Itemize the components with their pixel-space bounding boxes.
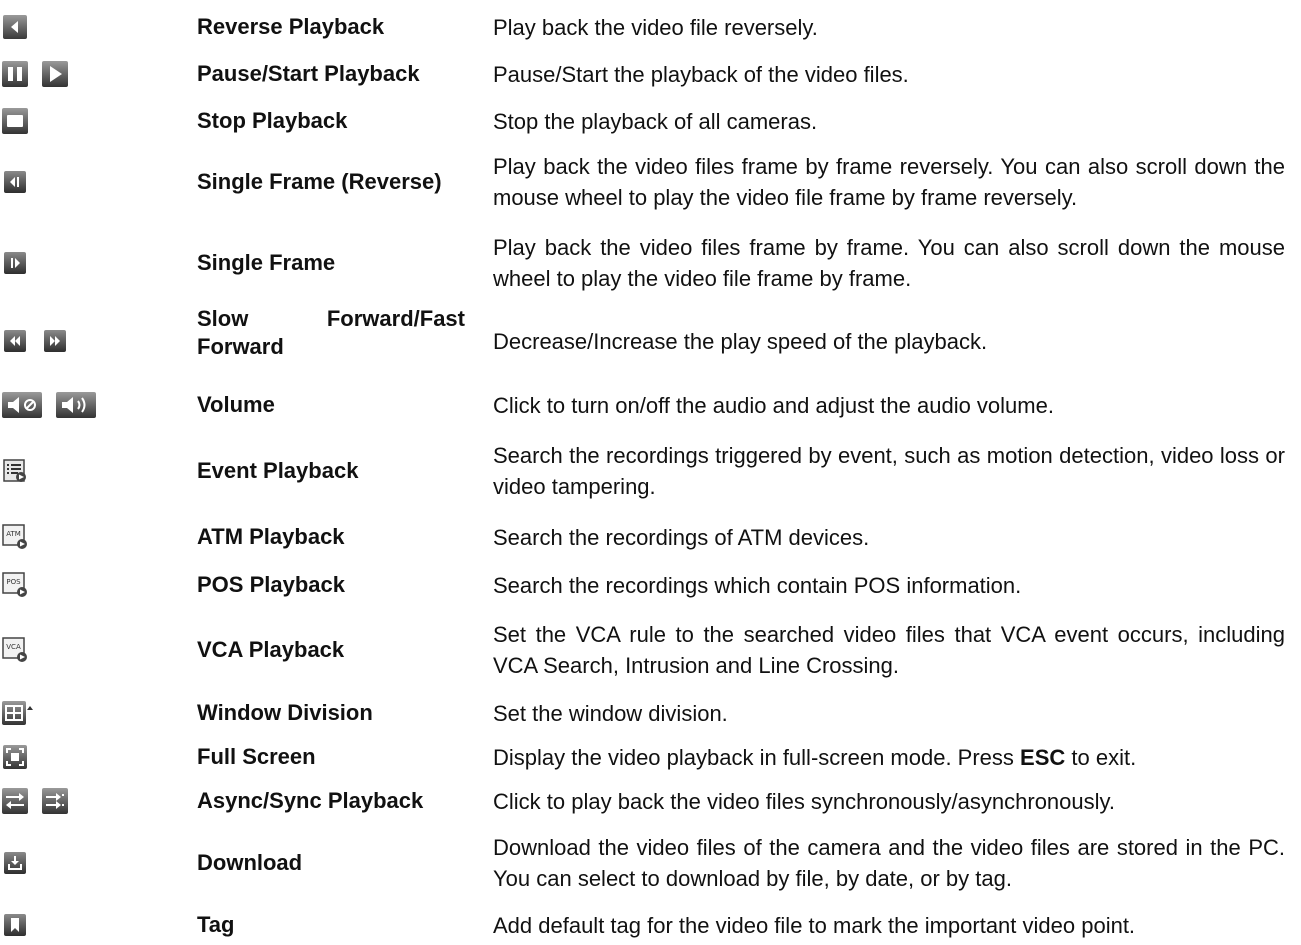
full-screen-icon[interactable] — [2, 744, 28, 770]
svg-text:VCA: VCA — [6, 643, 21, 651]
window-division-icon[interactable] — [2, 700, 34, 726]
icon-cell: POS — [0, 565, 192, 605]
control-name: Single Frame — [197, 250, 336, 275]
async-icon[interactable] — [2, 788, 28, 814]
control-name: Window Division — [197, 700, 373, 725]
icon-cell — [0, 305, 192, 377]
control-description: Pause/Start the playback of the video fi… — [493, 61, 909, 87]
icon-cell — [0, 905, 192, 945]
control-row-event-playback: Event Playback Search the recordings tri… — [0, 433, 1301, 509]
control-description: Search the recordings of ATM devices. — [493, 524, 870, 550]
control-description: Play back the video files frame by frame… — [493, 154, 1285, 210]
sync-icon[interactable] — [42, 788, 68, 814]
pause-icon[interactable] — [2, 61, 28, 87]
control-name: Tag — [197, 912, 235, 937]
control-description: Click to turn on/off the audio and adjus… — [493, 392, 1054, 418]
icon-cell — [0, 145, 192, 219]
control-row-pos-playback: POS POS Playback Search the recordings w… — [0, 565, 1301, 605]
control-description: Search the recordings which contain POS … — [493, 572, 1022, 598]
icon-cell — [0, 825, 192, 901]
reverse-play-icon[interactable] — [2, 14, 28, 40]
control-name: Pause/Start Playback — [197, 61, 420, 86]
pos-playback-icon[interactable]: POS — [2, 572, 28, 598]
icon-cell: ATM — [0, 517, 192, 557]
control-row-volume: Volume Click to turn on/off the audio an… — [0, 385, 1301, 425]
icon-cell — [0, 433, 192, 509]
control-description: Search the recordings triggered by event… — [493, 443, 1285, 499]
control-row-atm-playback: ATM ATM Playback Search the recordings o… — [0, 517, 1301, 557]
control-row-tag: Tag Add default tag for the video file t… — [0, 905, 1301, 945]
icon-cell — [0, 781, 192, 821]
control-description: Add default tag for the video file to ma… — [493, 912, 1136, 938]
icon-cell — [0, 226, 192, 300]
control-description: Set the VCA rule to the searched video f… — [493, 622, 1285, 678]
single-frame-icon[interactable] — [2, 250, 28, 276]
icon-cell — [0, 693, 192, 733]
control-row-window-division: Window Division Set the window division. — [0, 693, 1301, 733]
icon-cell — [0, 8, 192, 46]
control-description: Play back the video file reversely. — [493, 14, 818, 40]
svg-text:ATM: ATM — [6, 530, 21, 538]
control-name: VCA Playback — [197, 637, 345, 662]
control-description: Stop the playback of all cameras. — [493, 108, 818, 134]
control-row-reverse-playback: Reverse Playback Play back the video fil… — [0, 8, 1301, 46]
tag-icon[interactable] — [2, 912, 28, 938]
icon-cell — [0, 385, 192, 425]
control-name: POS Playback — [197, 572, 345, 597]
control-row-vca-playback: VCA VCA Playback Set the VCA rule to the… — [0, 612, 1301, 688]
event-playback-icon[interactable] — [2, 458, 28, 484]
volume-icon[interactable] — [56, 392, 96, 418]
single-frame-reverse-icon[interactable] — [2, 169, 28, 195]
control-name: Slow Forward/Fast Forward — [197, 306, 465, 359]
stop-icon[interactable] — [2, 108, 28, 134]
control-row-async-sync: Async/Sync Playback Click to play back t… — [0, 781, 1301, 821]
icon-cell — [0, 102, 192, 140]
mute-icon[interactable] — [2, 392, 42, 418]
control-name: Async/Sync Playback — [197, 788, 424, 813]
control-name: ATM Playback — [197, 524, 345, 549]
control-name: Event Playback — [197, 458, 359, 483]
atm-playback-icon[interactable]: ATM — [2, 524, 28, 550]
control-row-single-frame: Single Frame Play back the video files f… — [0, 226, 1301, 300]
icon-cell — [0, 737, 192, 777]
control-description: Set the window division. — [493, 700, 728, 726]
icon-cell — [0, 55, 192, 93]
control-name: Download — [197, 850, 303, 875]
control-name: Stop Playback — [197, 108, 348, 133]
control-name: Reverse Playback — [197, 14, 385, 39]
download-icon[interactable] — [2, 850, 28, 876]
play-icon[interactable] — [42, 61, 68, 87]
control-description: Play back the video files frame by frame… — [493, 235, 1285, 291]
control-name: Single Frame (Reverse) — [197, 169, 442, 194]
fast-forward-icon[interactable] — [42, 328, 68, 354]
control-name: Volume — [197, 392, 275, 417]
svg-text:POS: POS — [6, 578, 21, 586]
control-description: Decrease/Increase the play speed of the … — [493, 328, 988, 354]
control-description: Download the video files of the camera a… — [493, 835, 1285, 891]
vca-playback-icon[interactable]: VCA — [2, 637, 28, 663]
control-row-stop: Stop Playback Stop the playback of all c… — [0, 102, 1301, 140]
control-name: Full Screen — [197, 744, 316, 769]
control-row-download: Download Download the video files of the… — [0, 825, 1301, 901]
icon-cell: VCA — [0, 612, 192, 688]
control-description: Display the video playback in full-scree… — [493, 744, 1137, 770]
esc-key-label: ESC — [1020, 744, 1066, 770]
control-row-full-screen: Full Screen Display the video playback i… — [0, 737, 1301, 777]
control-row-pause-start: Pause/Start Playback Pause/Start the pla… — [0, 55, 1301, 93]
slow-forward-icon[interactable] — [2, 328, 28, 354]
control-row-single-frame-reverse: Single Frame (Reverse) Play back the vid… — [0, 145, 1301, 219]
control-row-slow-fast-forward: Slow Forward/Fast Forward Decrease/Incre… — [0, 305, 1301, 377]
control-description: Click to play back the video files synch… — [493, 788, 1116, 814]
